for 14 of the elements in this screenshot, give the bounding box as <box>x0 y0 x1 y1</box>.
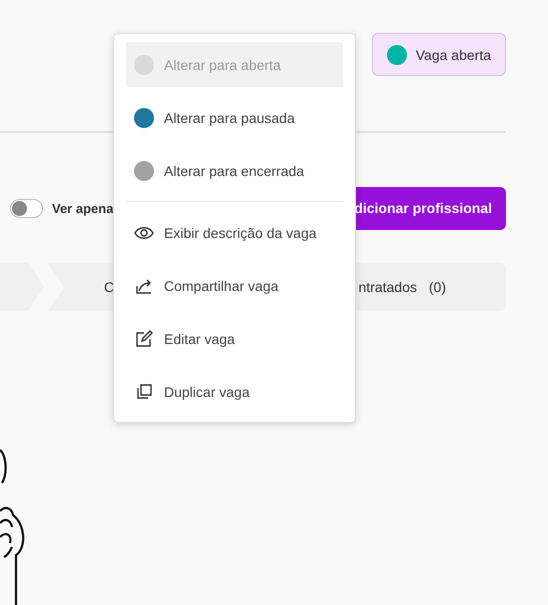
menu-item[interactable]: Compartilhar vaga <box>126 263 343 308</box>
menu-item[interactable]: Alterar para encerrada <box>126 148 343 193</box>
status-badge[interactable]: Vaga aberta <box>372 33 506 76</box>
edit-icon <box>134 328 154 348</box>
menu-item[interactable]: Editar vaga <box>126 316 343 361</box>
toggle-label: Ver apena <box>52 200 114 216</box>
step-count: (0) <box>428 279 446 295</box>
menu-item[interactable]: Alterar para pausada <box>126 95 343 140</box>
step-label: C <box>104 279 114 295</box>
status-label: Vaga aberta <box>416 46 491 62</box>
toggle-switch[interactable] <box>10 198 43 218</box>
menu-item[interactable]: Exibir descrição da vaga <box>126 210 343 255</box>
step-label: ntratados <box>358 279 417 295</box>
menu-item[interactable]: Duplicar vaga <box>126 369 343 414</box>
